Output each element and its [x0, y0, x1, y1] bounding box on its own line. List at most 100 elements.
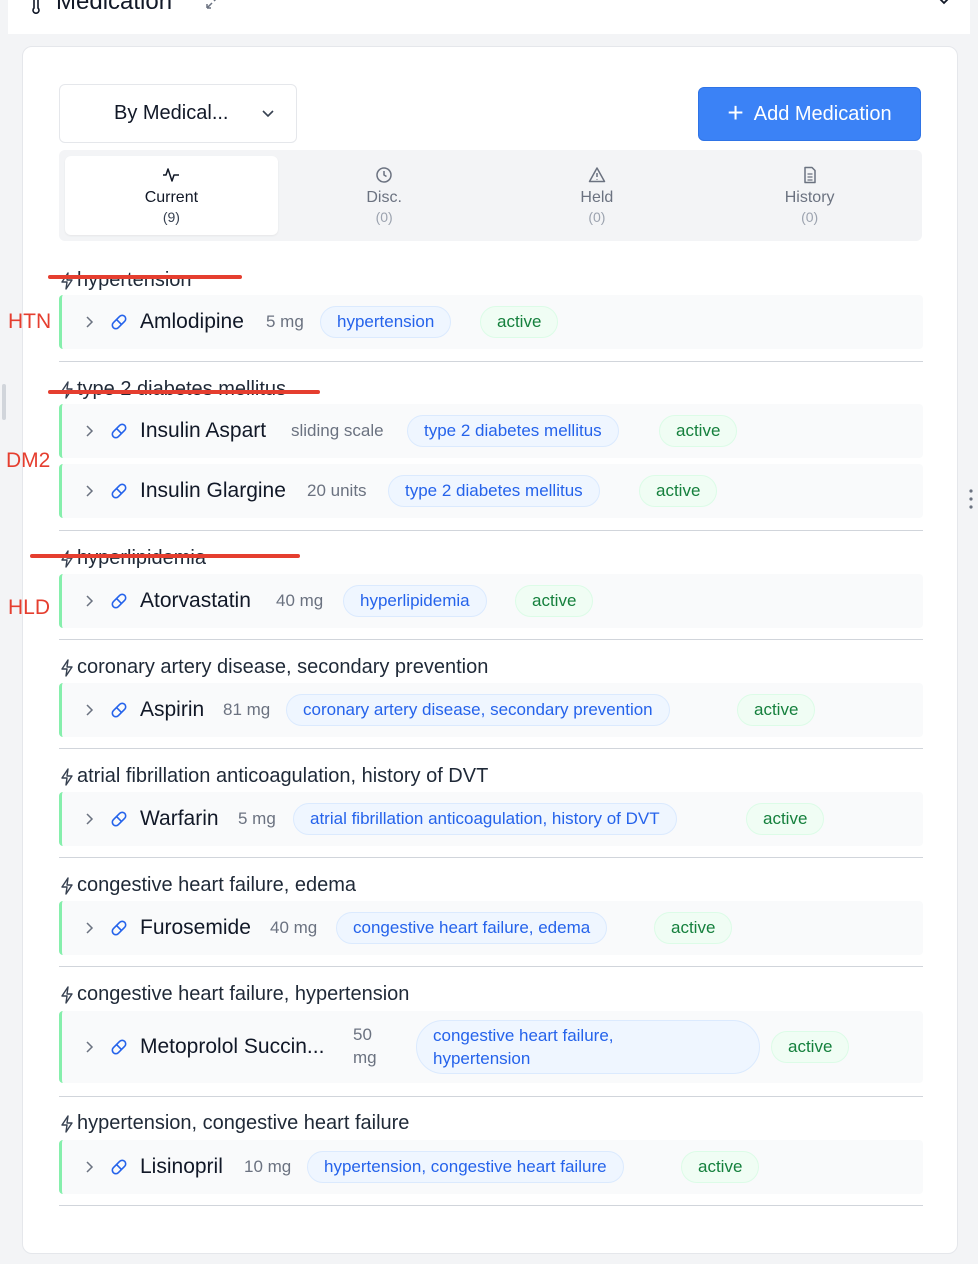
- indication-badge: hypertension, congestive heart failure: [307, 1151, 624, 1183]
- clock-icon: [376, 166, 392, 183]
- medication-row[interactable]: Warfarin 5 mg atrial fibrillation antico…: [59, 792, 923, 846]
- chevron-right-icon[interactable]: [84, 424, 94, 438]
- expand-icon[interactable]: [204, 0, 222, 11]
- pill-icon: [111, 1159, 127, 1175]
- indication-badge: congestive heart failure, hypertension: [416, 1020, 760, 1074]
- tab-label: History: [784, 188, 835, 206]
- tab-count: (0): [588, 208, 606, 225]
- tab-count: (9): [162, 208, 180, 225]
- medication-row[interactable]: Aspirin 81 mg coronary artery disease, s…: [59, 683, 923, 737]
- bolt-icon: [61, 876, 73, 895]
- group-title-text: hypertension: [77, 269, 192, 291]
- medication-dose: 81 mg: [223, 700, 271, 719]
- medication-dose: 50 mg: [353, 1023, 377, 1069]
- medication-name: Lisinopril: [140, 1155, 223, 1178]
- indication-badge: type 2 diabetes mellitus: [407, 415, 619, 447]
- bolt-icon: [61, 658, 73, 677]
- status-badge: active: [681, 1151, 760, 1183]
- annotation-dm2: DM2: [6, 449, 51, 472]
- medication-name: Insulin Glargine: [140, 479, 286, 502]
- medication-dose: 40 mg: [270, 918, 318, 937]
- drag-handle-icon[interactable]: [968, 488, 974, 510]
- chevron-right-icon[interactable]: [84, 703, 94, 717]
- status-badge: active: [654, 912, 733, 944]
- group-divider: [59, 748, 923, 749]
- chevron-right-icon[interactable]: [84, 594, 94, 608]
- strikethrough-mark: [48, 390, 320, 394]
- indication-badge: hypertension: [320, 306, 452, 338]
- indication-badge: type 2 diabetes mellitus: [388, 475, 600, 507]
- indication-badge: atrial fibrillation anticoagulation, his…: [293, 803, 677, 835]
- tab-label: Held: [580, 188, 614, 206]
- group-divider: [59, 361, 923, 362]
- pill-icon: [111, 702, 127, 718]
- tab-held[interactable]: Held (0): [491, 156, 704, 235]
- chevron-right-icon[interactable]: [84, 812, 94, 826]
- medication-name: Aspirin: [140, 698, 205, 721]
- bolt-icon: [61, 767, 73, 786]
- tab-history[interactable]: History (0): [703, 156, 916, 235]
- warning-icon: [588, 166, 606, 182]
- tab-discontinued[interactable]: Disc. (0): [278, 156, 491, 235]
- medication-row[interactable]: Insulin Glargine 20 units type 2 diabete…: [59, 464, 923, 518]
- medication-row[interactable]: Atorvastatin 40 mg hyperlipidemia active: [59, 574, 923, 628]
- group-title-text: congestive heart failure, edema: [77, 874, 357, 896]
- resize-handle[interactable]: [2, 384, 6, 420]
- medication-dose: 40 mg: [276, 591, 324, 610]
- medication-dose: 5 mg: [238, 809, 276, 828]
- tab-label: Disc.: [366, 188, 402, 206]
- pill-icon: [111, 920, 127, 936]
- status-badge: active: [659, 415, 738, 447]
- medication-row[interactable]: Lisinopril 10 mg hypertension, congestiv…: [59, 1140, 923, 1194]
- bolt-icon: [61, 549, 73, 568]
- group-title-text: hypertension, congestive heart failure: [77, 1112, 410, 1134]
- chevron-right-icon[interactable]: [84, 484, 94, 498]
- medication-name: Warfarin: [140, 807, 219, 830]
- group-by-value: By Medical...: [114, 102, 229, 124]
- group-divider: [59, 639, 923, 640]
- chevron-right-icon[interactable]: [84, 921, 94, 935]
- chevron-down-icon: [262, 110, 274, 118]
- tab-count: (0): [801, 208, 819, 225]
- medication-dose: 20 units: [307, 481, 367, 500]
- medication-row[interactable]: Metoprolol Succin... 50 mg congestive he…: [59, 1011, 923, 1083]
- medication-panel: By Medical... + Add Medication Current (…: [22, 46, 958, 1254]
- status-badge: active: [771, 1031, 850, 1063]
- group-title: hypertension, congestive heart failure: [59, 1112, 409, 1135]
- group-title: atrial fibrillation anticoagulation, his…: [59, 765, 488, 788]
- status-badge: active: [746, 803, 825, 835]
- medication-row[interactable]: Insulin Aspart sliding scale type 2 diab…: [59, 404, 923, 458]
- tab-current[interactable]: Current (9): [65, 156, 278, 235]
- indication-badge: coronary artery disease, secondary preve…: [286, 694, 670, 726]
- dose-amount: 50: [353, 1025, 372, 1044]
- strikethrough-mark: [48, 275, 242, 279]
- chevron-right-icon[interactable]: [84, 1160, 94, 1174]
- group-title-text: atrial fibrillation anticoagulation, his…: [77, 765, 489, 787]
- medication-dose: sliding scale: [291, 421, 384, 440]
- annotation-htn: HTN: [8, 310, 52, 333]
- medication-tabs: Current (9) Disc. (0) Held (0) History (…: [59, 150, 922, 241]
- status-badge: active: [515, 585, 594, 617]
- medication-row[interactable]: Amlodipine 5 mg hypertension active: [59, 295, 923, 349]
- indication-line: hypertension: [433, 1049, 531, 1068]
- thermometer-icon: [32, 0, 40, 14]
- status-badge: active: [737, 694, 816, 726]
- tab-count: (0): [375, 208, 393, 225]
- group-by-select[interactable]: By Medical...: [59, 84, 297, 143]
- medication-dose: 5 mg: [266, 312, 304, 331]
- add-medication-label: Add Medication: [753, 102, 892, 125]
- pill-icon: [111, 314, 127, 330]
- chevron-right-icon[interactable]: [84, 315, 94, 329]
- medication-section-header[interactable]: Medication: [8, 0, 970, 34]
- collapse-chevron-icon[interactable]: [936, 0, 952, 8]
- chevron-right-icon[interactable]: [84, 1040, 94, 1054]
- medication-row[interactable]: Furosemide 40 mg congestive heart failur…: [59, 901, 923, 955]
- bolt-icon: [61, 985, 73, 1004]
- strikethrough-mark: [30, 554, 300, 558]
- add-medication-button[interactable]: + Add Medication: [698, 87, 921, 141]
- section-title: Medication: [56, 0, 173, 15]
- indication-badge: congestive heart failure, edema: [336, 912, 608, 944]
- activity-icon: [163, 167, 180, 182]
- group-title: congestive heart failure, edema: [59, 874, 356, 897]
- plus-icon: +: [727, 96, 744, 128]
